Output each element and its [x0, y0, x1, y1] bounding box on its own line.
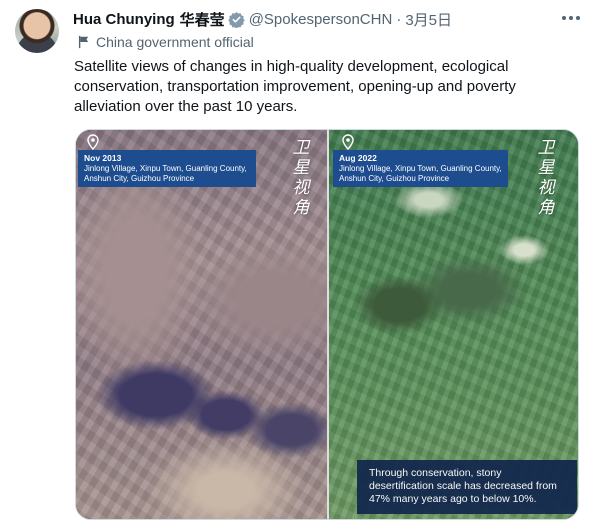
author-handle[interactable]: @SpokespersonCHN — [249, 11, 393, 28]
verified-badge-icon — [227, 11, 245, 28]
flag-icon — [78, 35, 89, 49]
caption-date: Aug 2022 — [339, 153, 377, 163]
author-name-chinese[interactable]: 华春莹 — [180, 9, 225, 30]
brand-watermark: 卫星视角 — [292, 138, 310, 218]
author-name[interactable]: Hua Chunying — [73, 11, 175, 28]
tweet[interactable]: Hua Chunying 华春莹 @SpokespersonCHN · 3月5日… — [0, 0, 609, 528]
location-pin-icon — [87, 134, 99, 150]
tweet-media[interactable]: Nov 2013 Jinlong Village, Xinpu Town, Gu… — [75, 129, 579, 520]
brand-watermark: 卫星视角 — [537, 138, 555, 218]
tweet-header: Hua Chunying 华春莹 @SpokespersonCHN · 3月5日 — [73, 8, 452, 30]
separator-dot: · — [396, 10, 402, 28]
satellite-image-2013[interactable]: Nov 2013 Jinlong Village, Xinpu Town, Gu… — [76, 130, 327, 519]
tweet-date[interactable]: 3月5日 — [405, 9, 452, 30]
more-options-icon[interactable] — [560, 9, 582, 27]
conservation-note: Through conservation, stony desertificat… — [357, 460, 577, 514]
location-pin-icon — [342, 134, 354, 150]
location-caption-2022: Aug 2022 Jinlong Village, Xinpu Town, Gu… — [333, 150, 508, 187]
caption-date: Nov 2013 — [84, 153, 122, 163]
avatar[interactable] — [15, 9, 59, 53]
account-label-text: China government official — [96, 34, 254, 50]
caption-location: Jinlong Village, Xinpu Town, Guanling Co… — [84, 164, 247, 183]
location-caption-2013: Nov 2013 Jinlong Village, Xinpu Town, Gu… — [78, 150, 256, 187]
tweet-text: Satellite views of changes in high-quali… — [74, 58, 516, 115]
caption-location: Jinlong Village, Xinpu Town, Guanling Co… — [339, 164, 502, 183]
account-label: China government official — [77, 32, 254, 52]
